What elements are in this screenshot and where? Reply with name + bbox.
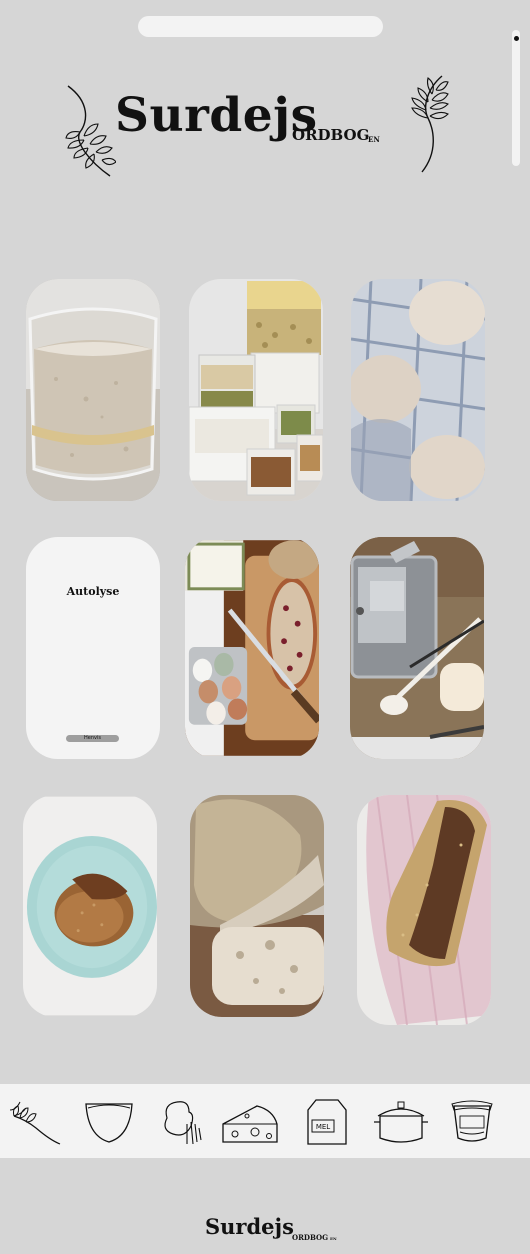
tile-starter-jar[interactable] — [26, 279, 160, 501]
flour-bag-icon[interactable]: MEL — [304, 1098, 350, 1146]
wheat-left-icon — [65, 85, 116, 177]
app-title: Surdejs — [115, 88, 318, 143]
cheese-icon[interactable] — [221, 1098, 279, 1146]
sliced-loaf-image — [190, 795, 324, 1017]
cranberry-bread-image — [185, 540, 319, 756]
tile-flour-containers[interactable] — [189, 279, 323, 501]
tile-bread-roll[interactable] — [23, 795, 157, 1017]
tile-rye-loaf[interactable] — [357, 795, 491, 1025]
starter-jar-image — [26, 279, 160, 501]
language-toggle[interactable]: EN — [368, 136, 380, 143]
jar-icon[interactable] — [450, 1098, 494, 1146]
bottom-toolbar: MEL — [0, 1084, 530, 1158]
bread-roll-image — [23, 796, 157, 1016]
tile-dough-proofing[interactable] — [351, 279, 485, 501]
henvis-button[interactable]: Henvis — [66, 735, 119, 742]
scrollbar-thumb[interactable] — [514, 36, 519, 41]
rye-loaf-image — [357, 795, 491, 1025]
tile-baking-tools[interactable] — [350, 537, 484, 759]
app-subtitle: ORDBOG — [292, 126, 370, 144]
dutch-oven-icon[interactable] — [372, 1098, 430, 1146]
footer-language: EN — [330, 1236, 337, 1241]
autolyse-card[interactable]: Autolyse Henvis — [26, 537, 160, 759]
tile-sliced-loaf[interactable] — [190, 795, 324, 1017]
footer-title: Surdejs — [205, 1214, 294, 1239]
wheat-icon[interactable] — [6, 1098, 62, 1146]
bowl-icon[interactable] — [84, 1098, 134, 1146]
search-bar[interactable] — [138, 16, 383, 37]
dough-hand-icon[interactable] — [161, 1098, 205, 1146]
dough-proofing-image — [351, 279, 485, 501]
flour-bag-label: MEL — [316, 1123, 330, 1131]
footer-subtitle: ORDBOG — [292, 1233, 329, 1242]
wheat-right-icon — [411, 75, 449, 173]
card-title: Autolyse — [66, 585, 120, 598]
scrollbar[interactable] — [512, 30, 520, 166]
tile-cranberry-bread[interactable] — [185, 537, 319, 759]
flour-containers-image — [189, 279, 323, 501]
baking-tools-image — [350, 537, 484, 759]
